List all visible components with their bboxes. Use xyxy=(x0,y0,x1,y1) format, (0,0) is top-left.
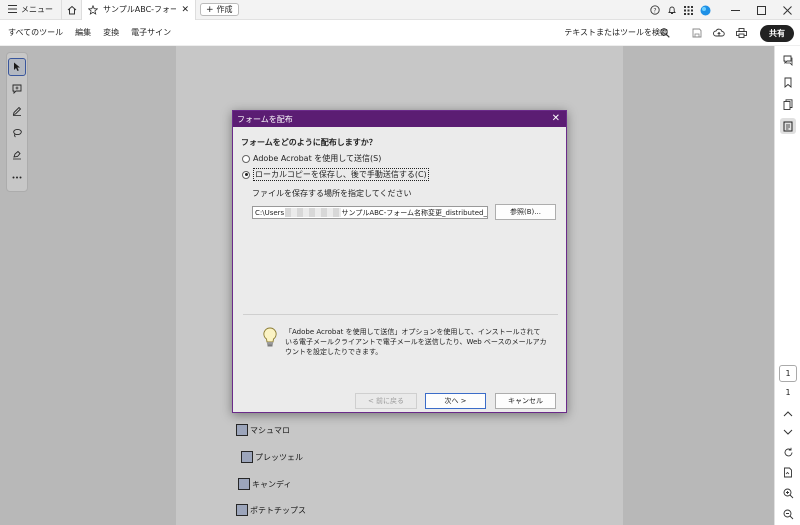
menu-all-tools[interactable]: すべてのツール xyxy=(0,27,69,38)
dialog-question: フォームをどのように配布しますか？ xyxy=(241,138,377,147)
new-tab-button[interactable]: + 作成 xyxy=(200,3,239,16)
chevron-down-icon[interactable] xyxy=(780,424,796,440)
chevron-up-icon[interactable] xyxy=(780,406,796,422)
radio-save-local-copy[interactable]: ローカルコピーを保存し、後で手動送信する(C) xyxy=(242,168,429,181)
save-icon[interactable] xyxy=(686,20,708,46)
next-button[interactable]: 次へ > xyxy=(425,393,486,409)
bell-icon[interactable] xyxy=(663,0,680,20)
radio-button[interactable] xyxy=(242,154,250,163)
title-bar: メニュー サンプルABC-フォーム... ✕ + 作成 ? xyxy=(0,0,800,20)
path-prefix: C:\Users xyxy=(255,208,285,217)
save-location-label: ファイルを保存する場所を指定してください xyxy=(252,189,412,198)
page-number-input[interactable]: 1 xyxy=(779,365,797,382)
zoom-in-icon[interactable] xyxy=(780,485,796,501)
star-icon[interactable] xyxy=(88,4,98,15)
save-path-field[interactable]: C:\Users サンプルABC-フォーム名称変更_distributed_ xyxy=(252,206,488,219)
divider xyxy=(243,314,558,315)
refresh-icon[interactable] xyxy=(780,444,796,460)
search-tools-label[interactable]: テキストまたはツールを検索 xyxy=(564,27,668,38)
distribute-form-dialog: フォームを配布 ✕ フォームをどのように配布しますか？ Adobe Acroba… xyxy=(232,110,567,413)
radio-label: ローカルコピーを保存し、後で手動送信する(C) xyxy=(253,168,429,181)
info-text: 「Adobe Acrobat を使用して送信」オプションを使用して、インストール… xyxy=(285,328,547,356)
close-tab-icon[interactable]: ✕ xyxy=(181,5,189,15)
pages-icon[interactable] xyxy=(780,96,796,112)
cloud-upload-icon[interactable] xyxy=(708,20,730,46)
print-icon[interactable] xyxy=(730,20,752,46)
cancel-button[interactable]: キャンセル xyxy=(495,393,556,409)
redacted-path xyxy=(285,208,341,217)
form-fields-icon[interactable] xyxy=(780,118,796,134)
apps-grid-icon[interactable] xyxy=(680,0,697,20)
dialog-title: フォームを配布 xyxy=(237,114,293,124)
radio-label: Adobe Acrobat を使用して送信(S) xyxy=(253,154,382,163)
path-suffix: サンプルABC-フォーム名称変更_distributed_ xyxy=(341,208,487,217)
help-icon[interactable]: ? xyxy=(646,0,663,20)
menu-label: メニュー xyxy=(21,5,53,14)
home-icon xyxy=(67,5,76,14)
comments-panel-icon[interactable] xyxy=(780,52,796,68)
share-button[interactable]: 共有 xyxy=(760,24,794,42)
main-toolbar: すべてのツール 編集 変換 電子サイン テキストまたはツールを検索 共有 xyxy=(0,20,800,46)
hamburger-icon xyxy=(8,4,17,15)
menu-convert[interactable]: 変換 xyxy=(97,27,125,38)
back-button[interactable]: < 前に戻る xyxy=(355,393,417,409)
close-window-button[interactable] xyxy=(774,0,800,20)
svg-text:?: ? xyxy=(653,7,656,14)
page-total: 1 xyxy=(785,388,791,397)
radio-button[interactable] xyxy=(242,170,250,179)
right-sidebar: 1 1 xyxy=(774,46,800,525)
avatar[interactable] xyxy=(697,0,714,20)
new-tab-label: 作成 xyxy=(216,5,233,14)
zoom-out-icon[interactable] xyxy=(780,506,796,522)
document-tab-title: サンプルABC-フォーム... xyxy=(103,5,177,14)
close-icon[interactable]: ✕ xyxy=(552,113,560,125)
menu-edit[interactable]: 編集 xyxy=(69,27,97,38)
search-icon[interactable] xyxy=(654,20,676,46)
home-button[interactable] xyxy=(61,0,81,20)
menu-button[interactable]: メニュー xyxy=(0,0,61,20)
maximize-button[interactable] xyxy=(748,0,774,20)
radio-send-with-acrobat[interactable]: Adobe Acrobat を使用して送信(S) xyxy=(242,153,381,164)
plus-icon: + xyxy=(206,4,214,15)
dialog-title-bar: フォームを配布 ✕ xyxy=(233,111,566,127)
lightbulb-icon xyxy=(263,327,277,347)
document-tab[interactable]: サンプルABC-フォーム... ✕ xyxy=(81,0,196,20)
menu-e-sign[interactable]: 電子サイン xyxy=(125,27,177,38)
page-view-icon[interactable] xyxy=(780,464,796,480)
bookmark-icon[interactable] xyxy=(780,74,796,90)
browse-button[interactable]: 参照(B)... xyxy=(495,204,556,220)
minimize-button[interactable] xyxy=(722,0,748,20)
